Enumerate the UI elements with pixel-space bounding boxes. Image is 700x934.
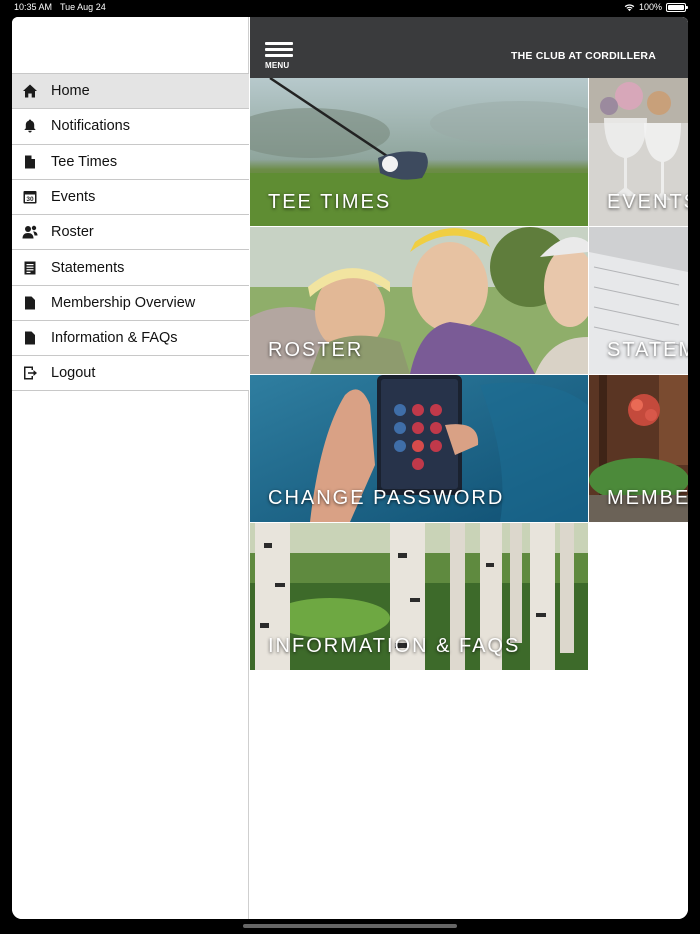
tile-change-password[interactable]: CHANGE PASSWORD: [250, 375, 588, 522]
sidebar-item-statements[interactable]: Statements: [12, 249, 249, 285]
people-icon: [22, 224, 38, 240]
status-time: 10:35 AM: [14, 2, 53, 12]
tile-label: TEE TIMES: [268, 191, 392, 213]
status-bar: 10:35 AM Tue Aug 24 100%: [0, 0, 700, 16]
document-icon: [22, 330, 38, 346]
tile-label: EVENTS: [607, 191, 688, 213]
battery-percent: 100%: [638, 2, 662, 12]
sidebar-item-roster[interactable]: Roster: [12, 214, 249, 250]
main-content: MENU THE CLUB AT CORDILLERA TEE TIMES EV…: [250, 17, 688, 919]
sidebar-item-events[interactable]: 30 Events: [12, 178, 249, 215]
app-screen: Home Notifications Tee Times 30 Events R…: [12, 17, 688, 919]
document-icon: [22, 154, 38, 170]
sidebar-item-home[interactable]: Home: [12, 73, 249, 109]
sidebar-item-information-faqs[interactable]: Information & FAQs: [12, 320, 249, 356]
status-date: Tue Aug 24: [60, 2, 106, 12]
club-title: THE CLUB AT CORDILLERA: [511, 50, 656, 62]
tile-membership[interactable]: MEMBERSHIP: [589, 375, 688, 522]
top-bar: MENU THE CLUB AT CORDILLERA: [250, 17, 688, 78]
sidebar-item-label: Home: [51, 83, 90, 100]
sidebar-item-label: Statements: [51, 259, 125, 276]
wifi-icon: [624, 3, 635, 11]
statement-icon: [22, 260, 38, 276]
tile-roster[interactable]: ROSTER: [250, 227, 588, 374]
tile-label: MEMBERSHIP: [607, 487, 688, 509]
sidebar-item-tee-times[interactable]: Tee Times: [12, 143, 249, 179]
tile-tee-times[interactable]: TEE TIMES: [250, 78, 588, 226]
calendar-icon: 30: [22, 189, 38, 205]
tile-events[interactable]: EVENTS: [589, 78, 688, 226]
menu-button[interactable]: MENU: [265, 42, 295, 72]
sidebar-item-label: Membership Overview: [51, 294, 196, 311]
home-indicator[interactable]: [243, 924, 457, 928]
tile-label: CHANGE PASSWORD: [268, 487, 505, 509]
home-icon: [22, 83, 38, 99]
tile-label: INFORMATION & FAQS: [268, 635, 521, 657]
sidebar-item-label: Roster: [51, 224, 94, 241]
status-indicators: 100%: [624, 2, 688, 12]
sidebar-item-label: Information & FAQs: [51, 330, 178, 347]
logout-icon: [22, 365, 38, 381]
sidebar-item-membership-overview[interactable]: Membership Overview: [12, 284, 249, 321]
calendar-icon-text: 30: [26, 196, 34, 203]
tile-information-faqs[interactable]: INFORMATION & FAQS: [250, 523, 588, 670]
sidebar-item-notifications[interactable]: Notifications: [12, 108, 249, 144]
bell-icon: [22, 118, 38, 134]
sidebar-item-label: Tee Times: [51, 153, 118, 170]
sidebar-item-label: Notifications: [51, 118, 130, 135]
battery-icon: [666, 2, 688, 12]
hamburger-icon: [265, 42, 295, 57]
tile-label: ROSTER: [268, 339, 364, 361]
menu-button-label: MENU: [265, 61, 290, 70]
sidebar-item-label: Events: [51, 189, 96, 206]
tile-statements[interactable]: STATEMENTS: [589, 227, 688, 374]
document-icon: [22, 295, 38, 311]
tile-label: STATEMENTS: [607, 339, 688, 361]
sidebar-item-label: Logout: [51, 365, 96, 382]
sidebar: Home Notifications Tee Times 30 Events R…: [12, 17, 249, 919]
sidebar-menu: Home Notifications Tee Times 30 Events R…: [12, 73, 249, 391]
sidebar-item-logout[interactable]: Logout: [12, 355, 249, 391]
